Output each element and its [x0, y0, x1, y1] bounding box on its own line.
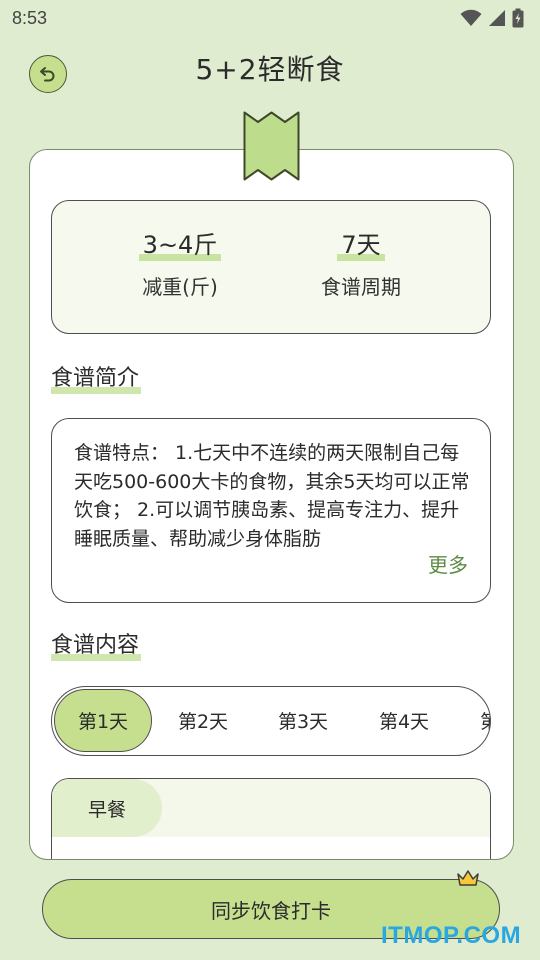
battery-icon: [512, 8, 524, 28]
stat-cycle: 7天 食谱周期: [261, 201, 461, 300]
tab-day-1[interactable]: 第1天: [54, 689, 152, 752]
meal-tab-breakfast[interactable]: 早餐: [52, 779, 162, 837]
page-title: 5+2轻断食: [195, 53, 345, 86]
content-section-title: 食谱内容: [51, 631, 142, 661]
tab-day-3[interactable]: 第3天: [253, 687, 353, 754]
more-link[interactable]: 更多: [428, 549, 468, 578]
stat-value: 7天: [337, 229, 385, 261]
intro-box: 食谱特点： 1.七天中不连续的两天限制自己每天吃500-600大卡的食物，其余5…: [51, 418, 491, 603]
status-bar: 8:53: [0, 0, 540, 36]
tab-day-5[interactable]: 第5天: [454, 687, 490, 754]
ribbon-bookmark-icon: [243, 111, 300, 181]
tab-day-2[interactable]: 第2天: [153, 687, 253, 754]
recipe-card: 3~4斤 减重(斤) 7天 食谱周期 食谱简介 食谱特点： 1.七天中不连续的两…: [29, 149, 514, 860]
crown-icon: [457, 870, 479, 886]
intro-section-title: 食谱简介: [51, 364, 142, 394]
stat-value: 3~4斤: [138, 229, 222, 261]
wifi-icon: [460, 9, 482, 26]
stat-weight-loss: 3~4斤 减重(斤): [80, 201, 280, 300]
stats-box: 3~4斤 减重(斤) 7天 食谱周期: [51, 200, 491, 334]
watermark-logo: ITMOP.COM: [381, 922, 522, 949]
day-tabs: 第1天 第2天 第3天 第4天 第5天: [51, 686, 491, 756]
stat-label: 食谱周期: [321, 275, 401, 299]
stat-label: 减重(斤): [142, 275, 218, 299]
tab-day-4[interactable]: 第4天: [354, 687, 454, 754]
status-time: 8:53: [12, 7, 48, 28]
signal-icon: [489, 10, 505, 26]
intro-text: 食谱特点： 1.七天中不连续的两天限制自己每天吃500-600大卡的食物，其余5…: [74, 442, 470, 550]
meal-box: 早餐: [51, 778, 491, 859]
status-icons: [460, 8, 524, 28]
